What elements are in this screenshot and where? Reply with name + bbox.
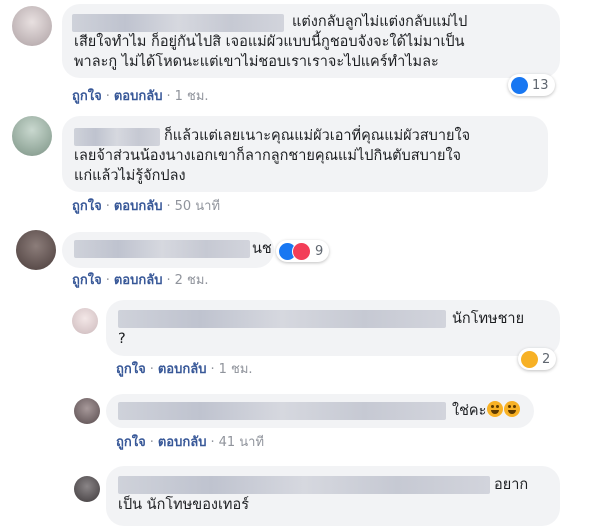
comment-actions: ถูกใจ · ตอบกลับ · 2 ชม. — [72, 273, 209, 288]
reply-timestamp[interactable]: 41 นาที — [219, 435, 264, 450]
comment-text-line: นช — [252, 241, 272, 257]
reaction-count: 13 — [532, 77, 549, 93]
reply-button[interactable]: ตอบกลับ — [158, 435, 207, 450]
comment-text-line: แต่งกลับลูกไม่แต่งกลับแม่ไป — [292, 14, 468, 30]
reaction-count-badge[interactable]: 13 — [508, 74, 555, 96]
reply-actions: ถูกใจ · ตอบกลับ · 1 ชม. — [116, 362, 253, 377]
comment-text-line: เลยจ้าส่วนน้องนางเอกเขาก็ลากลูกชายคุณแม่… — [74, 148, 462, 164]
reply-button[interactable]: ตอบกลับ — [114, 89, 163, 104]
reply-button[interactable]: ตอบกลับ — [158, 362, 207, 377]
comment-text-line: เสียใจทำไม ก็อยู่กันไปสิ เจอแม่ผัวแบบนี้… — [74, 34, 465, 50]
reply-avatar[interactable] — [72, 308, 98, 334]
blurred-commenter-name — [74, 128, 160, 146]
reply-text-line: เป็น นักโทษของเทอร์ — [118, 497, 249, 513]
reply-text-line: ใช่คะ — [452, 401, 521, 421]
like-button[interactable]: ถูกใจ — [116, 435, 146, 450]
reply-text-line: อยาก — [494, 477, 529, 493]
laughing-emoji-icon — [487, 401, 504, 417]
commenter-avatar[interactable] — [12, 116, 52, 156]
laughing-emoji-icon — [504, 401, 521, 417]
reply-avatar[interactable] — [74, 476, 100, 502]
reply-actions: ถูกใจ · ตอบกลับ · 41 นาที — [116, 435, 265, 450]
comment-actions: ถูกใจ · ตอบกลับ · 50 นาที — [72, 199, 221, 214]
like-reaction-icon — [511, 76, 528, 94]
comment-timestamp[interactable]: 2 ชม. — [175, 273, 209, 288]
reaction-count-badge[interactable]: 9 — [276, 240, 330, 262]
reaction-count: 9 — [315, 243, 324, 259]
blurred-commenter-name — [72, 14, 284, 32]
commenter-avatar[interactable] — [12, 6, 52, 46]
comment-text-line: ก็แล้วแต่เลยเนาะคุณแม่ผัวเอาที่คุณแม่ผัว… — [164, 128, 471, 144]
like-button[interactable]: ถูกใจ — [72, 199, 102, 214]
haha-reaction-icon — [521, 350, 538, 368]
reply-button[interactable]: ตอบกลับ — [114, 273, 163, 288]
reply-avatar[interactable] — [74, 398, 100, 424]
comment-text-line: แก่แล้วไม่รู้จักปลง — [74, 168, 186, 184]
comment-timestamp[interactable]: 1 ชม. — [175, 89, 209, 104]
blurred-commenter-name — [74, 240, 250, 258]
commenter-avatar[interactable] — [16, 230, 56, 270]
reaction-count-badge[interactable]: 2 — [518, 348, 557, 370]
comment-timestamp[interactable]: 50 นาที — [175, 199, 220, 214]
reaction-count: 2 — [542, 351, 551, 367]
like-button[interactable]: ถูกใจ — [72, 273, 102, 288]
reply-button[interactable]: ตอบกลับ — [114, 199, 163, 214]
comment-actions: ถูกใจ · ตอบกลับ · 1 ชม. — [72, 89, 209, 104]
love-reaction-icon — [292, 241, 311, 261]
blurred-commenter-name — [118, 476, 490, 494]
reply-text-line: ? — [118, 331, 126, 347]
blurred-commenter-name — [118, 402, 446, 420]
comment-text-line: พาละกู ไม่ได้โหดนะแต่เขาไม่ชอบเราเราจะไป… — [74, 54, 439, 70]
like-button[interactable]: ถูกใจ — [116, 362, 146, 377]
reply-timestamp[interactable]: 1 ชม. — [219, 362, 253, 377]
blurred-commenter-name — [118, 310, 446, 328]
reply-text-line: นักโทษชาย — [452, 311, 525, 327]
like-button[interactable]: ถูกใจ — [72, 89, 102, 104]
